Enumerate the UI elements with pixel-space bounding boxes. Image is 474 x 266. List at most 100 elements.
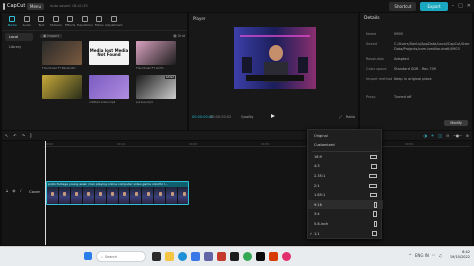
close-button[interactable]: ✕ — [467, 3, 471, 9]
visibility-icon[interactable]: ◉ — [12, 188, 16, 193]
export-button[interactable]: Export — [420, 1, 448, 11]
tab-label: Filters — [94, 23, 104, 27]
media-thumbnail[interactable] — [42, 75, 82, 105]
taskbar-search[interactable]: ⌕ Search — [96, 251, 146, 262]
tab-transitions[interactable]: Transitions — [77, 14, 93, 30]
media-taskbar-icon[interactable] — [282, 252, 291, 261]
store-icon[interactable] — [191, 252, 200, 261]
windows-start-icon[interactable] — [84, 252, 92, 260]
media-thumbnail[interactable]: Thumbnail FT Bluetooth — [42, 41, 82, 71]
ratio-option[interactable]: 16:9 — [308, 152, 383, 161]
teams-icon[interactable] — [204, 252, 213, 261]
tab-adjustment[interactable]: Adjustment — [105, 14, 122, 30]
media-thumbnail[interactable]: untitled video.mp4 — [89, 75, 129, 105]
settings-icon[interactable] — [230, 252, 239, 261]
mute-icon[interactable]: ♪ — [20, 188, 23, 193]
minimize-button[interactable]: – — [452, 3, 455, 9]
volume-icon[interactable]: ♫ — [438, 253, 442, 258]
cover-label[interactable]: Cover — [29, 189, 40, 194]
thumbnail-image — [42, 75, 82, 99]
detail-row: Proxy Turned off — [366, 95, 470, 100]
media-thumbnail[interactable]: Added pursue.mp4 — [136, 75, 176, 105]
tab-label: Text — [38, 23, 45, 27]
detail-key: Saved — [366, 42, 377, 46]
playhead[interactable] — [45, 141, 46, 245]
ratio-option[interactable]: 9:16 — [308, 200, 383, 210]
tab-filters[interactable]: Filters — [92, 14, 107, 30]
media-thumbnail[interactable]: Thumbnail FT Girlfr... — [136, 41, 176, 71]
tab-media[interactable]: Media — [5, 14, 20, 30]
ratio-option[interactable]: 2:1 — [308, 181, 383, 190]
ruler-tick: 00:50 — [405, 142, 414, 146]
clip-frame — [94, 187, 107, 204]
lock-icon[interactable]: 🔒︎ — [6, 188, 8, 193]
video-preview[interactable] — [234, 27, 316, 89]
detail-row: Resolution Adapted — [366, 57, 470, 62]
capcut-taskbar-icon[interactable] — [256, 252, 265, 261]
magnet-icon[interactable]: ◑ — [423, 133, 427, 138]
ruler-tick: 00:00 — [45, 142, 54, 146]
detail-value: C:/Users/Santu/AppData/Local/CapCut/User… — [394, 42, 470, 51]
tab-audio[interactable]: Audio — [20, 14, 35, 30]
wifi-icon[interactable]: ◠ — [432, 253, 436, 258]
tab-label: Effects — [65, 23, 76, 27]
edge-icon[interactable] — [178, 252, 187, 261]
tab-effects[interactable]: Effects — [63, 14, 78, 30]
media-thumbnail[interactable]: Media lost Media Not Found — [89, 41, 129, 71]
timeline-panel: 00:0000:1000:2000:3000:4000:50 🔒︎ ◉ ♪ Co… — [2, 141, 472, 245]
sidebar-item-local[interactable]: Local — [5, 33, 33, 41]
app-taskbar-icon[interactable] — [269, 252, 278, 261]
sidebar-item-library[interactable]: Library — [5, 43, 33, 51]
maximize-button[interactable]: □ — [458, 3, 463, 9]
tab-label: Media — [7, 23, 17, 27]
zoom-slider[interactable]: ─●─ — [453, 133, 461, 138]
ratio-option[interactable]: Original — [308, 131, 383, 140]
thumbnail-caption: untitled video.mp4 — [89, 100, 116, 104]
filters-icon — [96, 16, 103, 22]
grid-view-button[interactable]: ▦ Grid — [173, 34, 185, 38]
undo-icon[interactable]: ↶ — [13, 133, 16, 138]
ratio-option-label: 1.85:1 — [314, 193, 326, 198]
modify-button[interactable]: Modify — [444, 120, 468, 126]
ratio-option[interactable]: 1.85:1 — [308, 191, 383, 200]
link-icon[interactable]: ⚭ — [431, 133, 434, 138]
thumbnail-image — [42, 41, 82, 65]
ratio-button[interactable]: Ratio — [346, 115, 355, 119]
quality-dropdown[interactable]: Quality — [241, 115, 254, 119]
timeline-ruler[interactable]: 00:0000:1000:2000:3000:4000:50 — [44, 141, 470, 147]
import-button[interactable]: ▣ Import — [40, 34, 63, 38]
tab-stickers[interactable]: Stickers — [49, 14, 64, 30]
select-tool-icon[interactable]: ↖ — [5, 133, 8, 138]
clip-frame — [70, 187, 83, 204]
task-view-icon[interactable] — [152, 252, 161, 261]
zoom-in-icon[interactable]: ⊕ — [466, 133, 469, 138]
clip-frame — [82, 187, 95, 204]
thumbnail-image — [136, 41, 176, 65]
play-button[interactable] — [271, 114, 275, 118]
menu-button[interactable]: Menu — [27, 2, 44, 10]
track-controls: 🔒︎ ◉ ♪ — [6, 188, 22, 193]
language-indicator[interactable]: ENG IN — [415, 253, 429, 258]
zoom-out-icon[interactable]: ⊖ — [446, 133, 449, 138]
ruler-tick: 00:20 — [189, 142, 198, 146]
ratio-option[interactable]: ✓ 1:1 — [308, 229, 383, 238]
clock[interactable]: 6:42 19/10/2022 — [450, 250, 470, 260]
tab-text[interactable]: Text — [34, 14, 49, 30]
ratio-option[interactable]: 2.35:1 — [308, 171, 383, 180]
office-icon[interactable] — [217, 252, 226, 261]
preview-axis-icon[interactable]: ◫ — [438, 133, 442, 138]
chrome-icon[interactable] — [243, 252, 252, 261]
file-explorer-icon[interactable] — [165, 252, 174, 261]
shortcut-button[interactable]: Shortcut — [389, 1, 417, 11]
chevron-up-icon[interactable]: ^ — [408, 253, 411, 258]
ratio-option[interactable]: 4:3 — [308, 162, 383, 171]
split-icon[interactable]: ⫿ — [30, 133, 31, 138]
redo-icon[interactable]: ↷ — [22, 133, 25, 138]
detail-value: Adapted — [394, 57, 409, 61]
ratio-option[interactable]: Customized — [308, 141, 383, 150]
ratio-option[interactable]: 5.8-inch — [308, 219, 383, 228]
ratio-option[interactable]: 3:4 — [308, 210, 383, 219]
ratio-option-label: 9:16 — [314, 202, 322, 207]
video-clip[interactable]: pluto footage young asian man playing on… — [46, 181, 189, 205]
fullscreen-icon[interactable]: ⤢ — [339, 115, 342, 119]
